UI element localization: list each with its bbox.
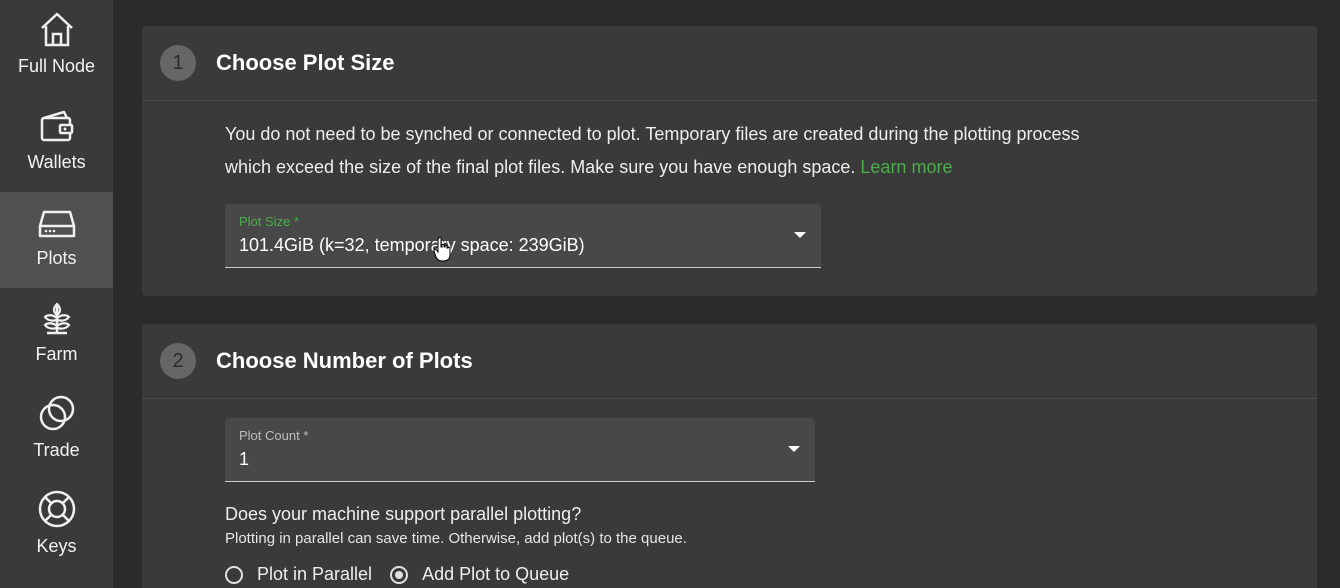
learn-more-link[interactable]: Learn more xyxy=(860,157,952,177)
app-root: Full Node Wallets Plots Farm Trade Keys … xyxy=(0,0,1340,588)
sidebar-item-trade[interactable]: Trade xyxy=(0,384,113,480)
sidebar-item-label: Full Node xyxy=(17,56,96,76)
dropdown-arrow-icon xyxy=(788,446,800,452)
main-content: 1 Choose Plot Size You do not need to be… xyxy=(114,0,1340,588)
hard-drive-icon xyxy=(38,210,75,238)
step-number-badge: 1 xyxy=(160,45,196,81)
radio-plot-in-parallel[interactable]: Plot in Parallel xyxy=(225,564,372,585)
radio-label: Add Plot to Queue xyxy=(422,564,570,584)
radio-label: Plot in Parallel xyxy=(257,564,373,584)
card-title: Choose Plot Size xyxy=(216,50,395,75)
parallel-helper-text: Plotting in parallel can save time. Othe… xyxy=(225,530,687,547)
sidebar-item-wallets[interactable]: Wallets xyxy=(0,96,113,192)
card-header: 2 Choose Number of Plots xyxy=(142,324,1317,399)
sidebar-item-farm[interactable]: Farm xyxy=(0,288,113,384)
plot-count-value: 1 xyxy=(239,449,250,469)
sidebar-item-full-node[interactable]: Full Node xyxy=(0,0,113,96)
card-title: Choose Number of Plots xyxy=(216,348,473,373)
sidebar-item-label: Farm xyxy=(35,344,78,364)
radio-add-plot-to-queue[interactable]: Add Plot to Queue xyxy=(390,564,569,585)
trade-icon xyxy=(39,395,74,431)
plot-size-description: You do not need to be synched or connect… xyxy=(225,118,1085,184)
plot-count-label: Plot Count * xyxy=(239,428,309,443)
home-icon xyxy=(40,12,73,47)
sidebar-item-label: Trade xyxy=(33,440,80,460)
dropdown-arrow-icon xyxy=(794,232,806,238)
plot-count-select[interactable]: Plot Count * 1 xyxy=(225,418,815,482)
parallel-question: Does your machine support parallel plott… xyxy=(225,504,582,524)
wallet-icon xyxy=(40,110,73,142)
sidebar-item-keys[interactable]: Keys xyxy=(0,480,113,576)
lifebuoy-icon xyxy=(38,490,75,528)
hand-cursor-icon xyxy=(433,236,451,262)
sidebar-item-label: Wallets xyxy=(27,152,86,172)
step-number-badge: 2 xyxy=(160,343,196,379)
card-header: 1 Choose Plot Size xyxy=(142,26,1317,101)
plot-size-card: 1 Choose Plot Size You do not need to be… xyxy=(142,26,1317,296)
plotting-mode-radio-group: Plot in Parallel Add Plot to Queue xyxy=(225,564,587,585)
sidebar-item-label: Plots xyxy=(36,248,77,268)
plot-count-card: 2 Choose Number of Plots Plot Count * 1 … xyxy=(142,324,1317,588)
sidebar-item-label: Keys xyxy=(36,536,77,556)
plot-size-value: 101.4GiB (k=32, temporary space: 239GiB) xyxy=(239,235,585,255)
sidebar-item-plots[interactable]: Plots xyxy=(0,192,113,288)
plant-icon xyxy=(43,302,70,335)
radio-checked-icon xyxy=(390,565,409,584)
radio-unchecked-icon xyxy=(225,565,243,584)
plot-size-label: Plot Size * xyxy=(239,214,299,229)
plot-size-select[interactable]: Plot Size * 101.4GiB (k=32, temporary sp… xyxy=(225,204,821,268)
sidebar: Full Node Wallets Plots Farm Trade Keys xyxy=(0,0,114,588)
